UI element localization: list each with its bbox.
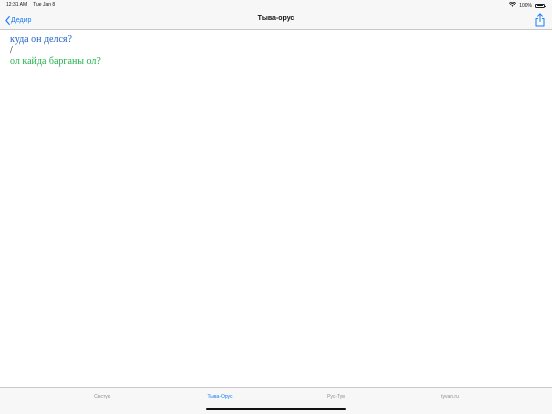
tab-russian-tuvan[interactable]: Рус-Тув — [296, 394, 376, 400]
share-button[interactable] — [534, 13, 546, 27]
tab-dictionary[interactable]: Сөстүк — [62, 394, 142, 400]
status-time: 12:31 AM — [6, 2, 28, 8]
status-date: Tue Jan 8 — [33, 2, 56, 8]
phrase-separator: / — [10, 45, 13, 56]
tab-tuvan-russian[interactable]: Тыва-Орус — [180, 394, 260, 400]
share-icon — [534, 13, 546, 27]
home-indicator[interactable] — [206, 408, 346, 410]
wifi-icon — [509, 1, 517, 9]
tab-tyvan-ru[interactable]: tyvan.ru — [410, 394, 490, 400]
battery-icon — [535, 3, 546, 8]
app-screen: 12:31 AM Tue Jan 8 100% Дедир Тыва-орус … — [0, 0, 552, 414]
battery-percent: 100% — [519, 2, 532, 9]
status-bar: 12:31 AM Tue Jan 8 100% — [0, 0, 552, 10]
status-right: 100% — [509, 1, 546, 9]
russian-phrase: куда он делся? — [10, 34, 72, 45]
tuvan-phrase: ол кайда барганы ол? — [10, 56, 101, 67]
translation-content: куда он делся? / ол кайда барганы ол? — [0, 30, 552, 387]
status-left: 12:31 AM Tue Jan 8 — [6, 2, 55, 8]
page-title: Тыва-орус — [257, 15, 295, 22]
navigation-bar: Дедир Тыва-орус — [0, 10, 552, 30]
